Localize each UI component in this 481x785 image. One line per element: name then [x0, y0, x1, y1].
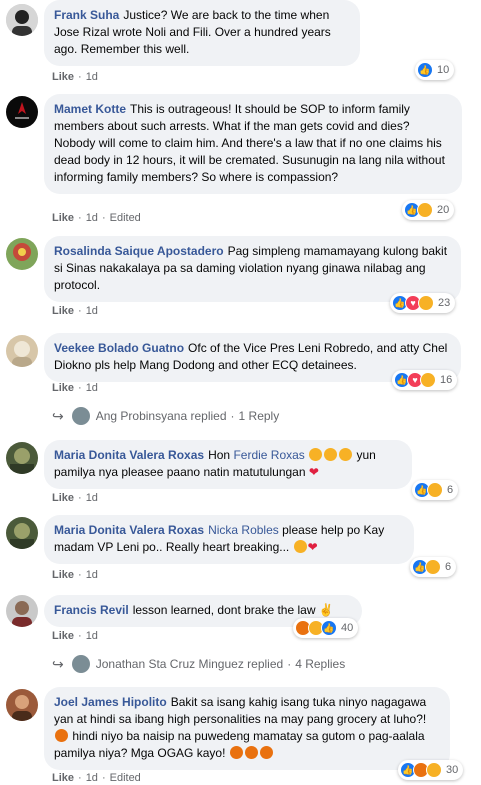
- reaction-summary[interactable]: 👍 40: [293, 618, 359, 638]
- angry-emoji-icon: [55, 729, 68, 742]
- timestamp[interactable]: 1d: [86, 569, 98, 581]
- reaction-summary[interactable]: 👍 30: [398, 760, 464, 780]
- avatar[interactable]: [6, 4, 38, 36]
- crying-emoji-icon: [309, 448, 323, 461]
- comment-actions: Like · 1d · Edited: [52, 772, 141, 784]
- reaction-summary[interactable]: 👍 6: [412, 480, 459, 500]
- avatar[interactable]: [6, 442, 38, 474]
- commenter-name[interactable]: Maria Donita Valera Roxas: [54, 523, 204, 537]
- timestamp[interactable]: 1d: [86, 382, 98, 394]
- replier-avatar: [71, 407, 90, 425]
- timestamp[interactable]: 1d: [86, 630, 98, 642]
- like-button[interactable]: Like: [52, 772, 74, 784]
- like-reaction-icon: 👍: [321, 620, 337, 636]
- commenter-name[interactable]: Joel James Hipolito: [54, 695, 167, 709]
- timestamp[interactable]: 1d: [86, 212, 98, 224]
- broken-heart-icon: ❤: [307, 540, 318, 554]
- comment-actions: Like · 1d: [52, 630, 98, 642]
- commenter-name[interactable]: Veekee Bolado Guatno: [54, 341, 184, 355]
- angry-emoji-icon: [259, 746, 273, 759]
- timestamp[interactable]: 1d: [86, 305, 98, 317]
- commenter-name[interactable]: Francis Revil: [54, 603, 129, 617]
- edited-label[interactable]: Edited: [110, 772, 141, 784]
- edited-label[interactable]: Edited: [110, 212, 141, 224]
- like-button[interactable]: Like: [52, 71, 74, 83]
- comment-text: lesson learned, dont brake the law: [132, 603, 316, 617]
- avatar[interactable]: [6, 96, 38, 128]
- crying-emoji-icon: [293, 540, 307, 553]
- reaction-count: 20: [437, 204, 450, 216]
- avatar[interactable]: [6, 595, 38, 627]
- mention-tag[interactable]: Ferdie Roxas: [233, 448, 304, 462]
- replier-avatar: [71, 655, 90, 673]
- reply-arrow-icon: ↪: [52, 407, 64, 424]
- haha-reaction-icon: [420, 372, 436, 388]
- commenter-name[interactable]: Mamet Kotte: [54, 102, 126, 116]
- broken-heart-icon: ❤: [308, 465, 319, 479]
- comment-actions: Like · 1d: [52, 71, 98, 83]
- comment-bubble: Joel James Hipolito Bakit sa isang kahig …: [44, 687, 450, 770]
- commenter-name[interactable]: Rosalinda Saique Apostadero: [54, 244, 224, 258]
- comment-actions: Like · 1d: [52, 492, 98, 504]
- view-replies-link[interactable]: ↪ Jonathan Sta Cruz Minguez replied · 4 Re…: [52, 655, 345, 673]
- like-button[interactable]: Like: [52, 492, 74, 504]
- reaction-count: 16: [440, 374, 453, 386]
- comment-bubble: Mamet Kotte This is outrageous! It should…: [44, 94, 462, 194]
- crying-emoji-icon: [324, 448, 338, 461]
- like-button[interactable]: Like: [52, 569, 74, 581]
- sad-reaction-icon: [425, 559, 441, 575]
- like-button[interactable]: Like: [52, 382, 74, 394]
- like-button[interactable]: Like: [52, 212, 74, 224]
- timestamp[interactable]: 1d: [86, 492, 98, 504]
- comment-bubble: Maria Donita Valera Roxas Nicka Robles pl…: [44, 515, 414, 564]
- mention-tag[interactable]: Nicka Robles: [208, 523, 279, 537]
- reaction-count: 30: [446, 764, 459, 776]
- avatar[interactable]: [6, 689, 38, 721]
- timestamp[interactable]: 1d: [86, 772, 98, 784]
- reaction-count: 40: [341, 622, 354, 634]
- angry-emoji-icon: [229, 746, 243, 759]
- comment-text: Hon: [208, 448, 231, 462]
- view-replies-link[interactable]: ↪ Ang Probinsyana replied · 1 Reply: [52, 407, 279, 425]
- reaction-count: 6: [447, 484, 454, 496]
- reaction-count: 10: [437, 64, 450, 76]
- avatar[interactable]: [6, 517, 38, 549]
- reaction-summary[interactable]: 👍 ♥ 16: [392, 370, 458, 390]
- reply-arrow-icon: ↪: [52, 655, 64, 672]
- sad-reaction-icon: [427, 482, 443, 498]
- comment-actions: Like · 1d: [52, 569, 98, 581]
- crying-emoji-icon: [339, 448, 353, 461]
- like-reaction-icon: 👍: [417, 62, 433, 78]
- reaction-summary[interactable]: 👍 ♥ 23: [390, 293, 456, 313]
- comment-bubble: Frank Suha Justice? We are back to the ti…: [44, 0, 360, 66]
- avatar[interactable]: [6, 335, 38, 367]
- comment-actions: Like · 1d: [52, 305, 98, 317]
- reaction-summary[interactable]: 👍 10: [415, 60, 455, 80]
- avatar[interactable]: [6, 238, 38, 270]
- commenter-name[interactable]: Frank Suha: [54, 8, 119, 22]
- commenter-name[interactable]: Maria Donita Valera Roxas: [54, 448, 204, 462]
- peace-hand-emoji-icon: ✌: [318, 603, 334, 617]
- comment-actions: Like · 1d · Edited: [52, 212, 141, 224]
- like-button[interactable]: Like: [52, 630, 74, 642]
- reaction-count: 6: [445, 561, 452, 573]
- reaction-summary[interactable]: 👍 20: [402, 200, 455, 220]
- like-button[interactable]: Like: [52, 305, 74, 317]
- comment-actions: Like · 1d: [52, 382, 98, 394]
- care-reaction-icon: [418, 295, 434, 311]
- comment-bubble: Maria Donita Valera Roxas Hon Ferdie Roxa…: [44, 440, 412, 489]
- reaction-count: 23: [438, 297, 451, 309]
- angry-emoji-icon: [244, 746, 258, 759]
- sad-reaction-icon: [417, 202, 433, 218]
- timestamp[interactable]: 1d: [86, 71, 98, 83]
- reaction-summary[interactable]: 👍 6: [410, 557, 457, 577]
